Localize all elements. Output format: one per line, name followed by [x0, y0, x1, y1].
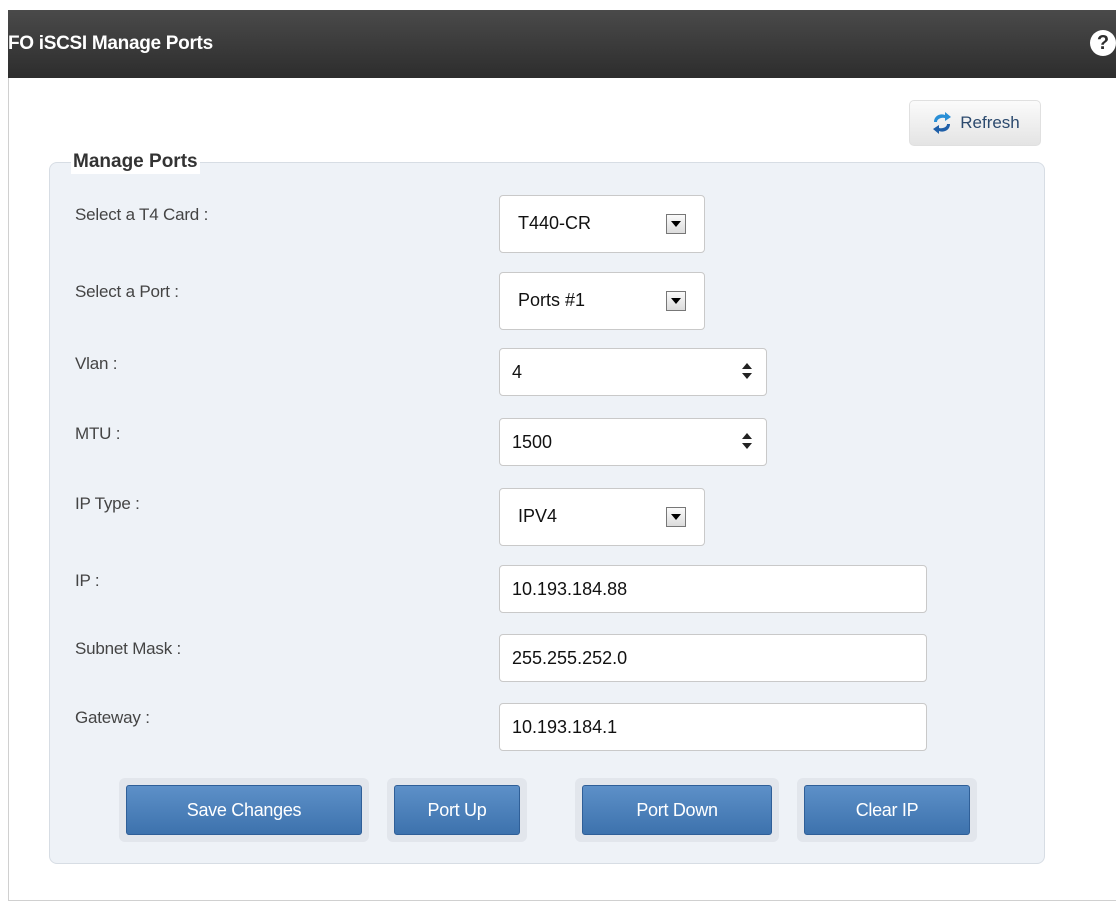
- gateway-field[interactable]: 10.193.184.1: [499, 703, 927, 751]
- card-select-value: T440-CR: [518, 213, 592, 233]
- ip-type-select[interactable]: IPV4: [499, 488, 705, 546]
- ip-type-value: IPV4: [518, 506, 558, 526]
- port-select[interactable]: Ports #1: [499, 272, 705, 330]
- gateway-value: 10.193.184.1: [512, 717, 618, 737]
- clear-ip-button[interactable]: Clear IP: [804, 785, 970, 835]
- refresh-icon: [933, 112, 952, 134]
- spinner-arrows-icon[interactable]: [742, 431, 752, 451]
- port-label: Select a Port :: [75, 282, 179, 301]
- subnet-mask-field[interactable]: 255.255.252.0: [499, 634, 927, 682]
- mtu-value: 1500: [512, 432, 553, 452]
- port-up-button-wrap: Port Up: [387, 778, 527, 842]
- port-select-value: Ports #1: [518, 290, 586, 310]
- port-up-button[interactable]: Port Up: [394, 785, 520, 835]
- ip-type-label: IP Type :: [75, 494, 140, 513]
- chevron-down-icon: [666, 214, 686, 234]
- spinner-arrows-icon[interactable]: [742, 361, 752, 381]
- content-panel: Refresh Manage Ports Select a T4 Card : …: [8, 78, 1116, 901]
- port-down-button-wrap: Port Down: [575, 778, 779, 842]
- manage-ports-window: FO iSCSI Manage Ports ? Refresh Manage P…: [8, 10, 1116, 901]
- ip-field[interactable]: 10.193.184.88: [499, 565, 927, 613]
- ip-label: IP :: [75, 571, 100, 590]
- subnet-value: 255.255.252.0: [512, 648, 628, 668]
- window-title: FO iSCSI Manage Ports: [8, 33, 213, 54]
- gateway-label: Gateway :: [75, 708, 150, 727]
- chevron-down-icon: [666, 291, 686, 311]
- ip-value: 10.193.184.88: [512, 579, 628, 599]
- vlan-value: 4: [512, 362, 523, 382]
- chevron-down-icon: [666, 507, 686, 527]
- card-label: Select a T4 Card :: [75, 205, 209, 224]
- vlan-spinner[interactable]: 4: [499, 348, 767, 396]
- help-icon[interactable]: ?: [1090, 30, 1116, 56]
- title-bar: FO iSCSI Manage Ports ?: [8, 10, 1116, 78]
- card-select[interactable]: T440-CR: [499, 195, 705, 253]
- mtu-spinner[interactable]: 1500: [499, 418, 767, 466]
- subnet-label: Subnet Mask :: [75, 639, 182, 658]
- mtu-label: MTU :: [75, 424, 121, 443]
- save-changes-button[interactable]: Save Changes: [126, 785, 362, 835]
- clear-ip-button-wrap: Clear IP: [797, 778, 977, 842]
- port-down-button[interactable]: Port Down: [582, 785, 772, 835]
- refresh-label: Refresh: [960, 113, 1020, 132]
- refresh-button[interactable]: Refresh: [909, 100, 1041, 146]
- fieldset-legend: Manage Ports: [71, 150, 200, 174]
- save-button-wrap: Save Changes: [119, 778, 369, 842]
- vlan-label: Vlan :: [75, 354, 118, 373]
